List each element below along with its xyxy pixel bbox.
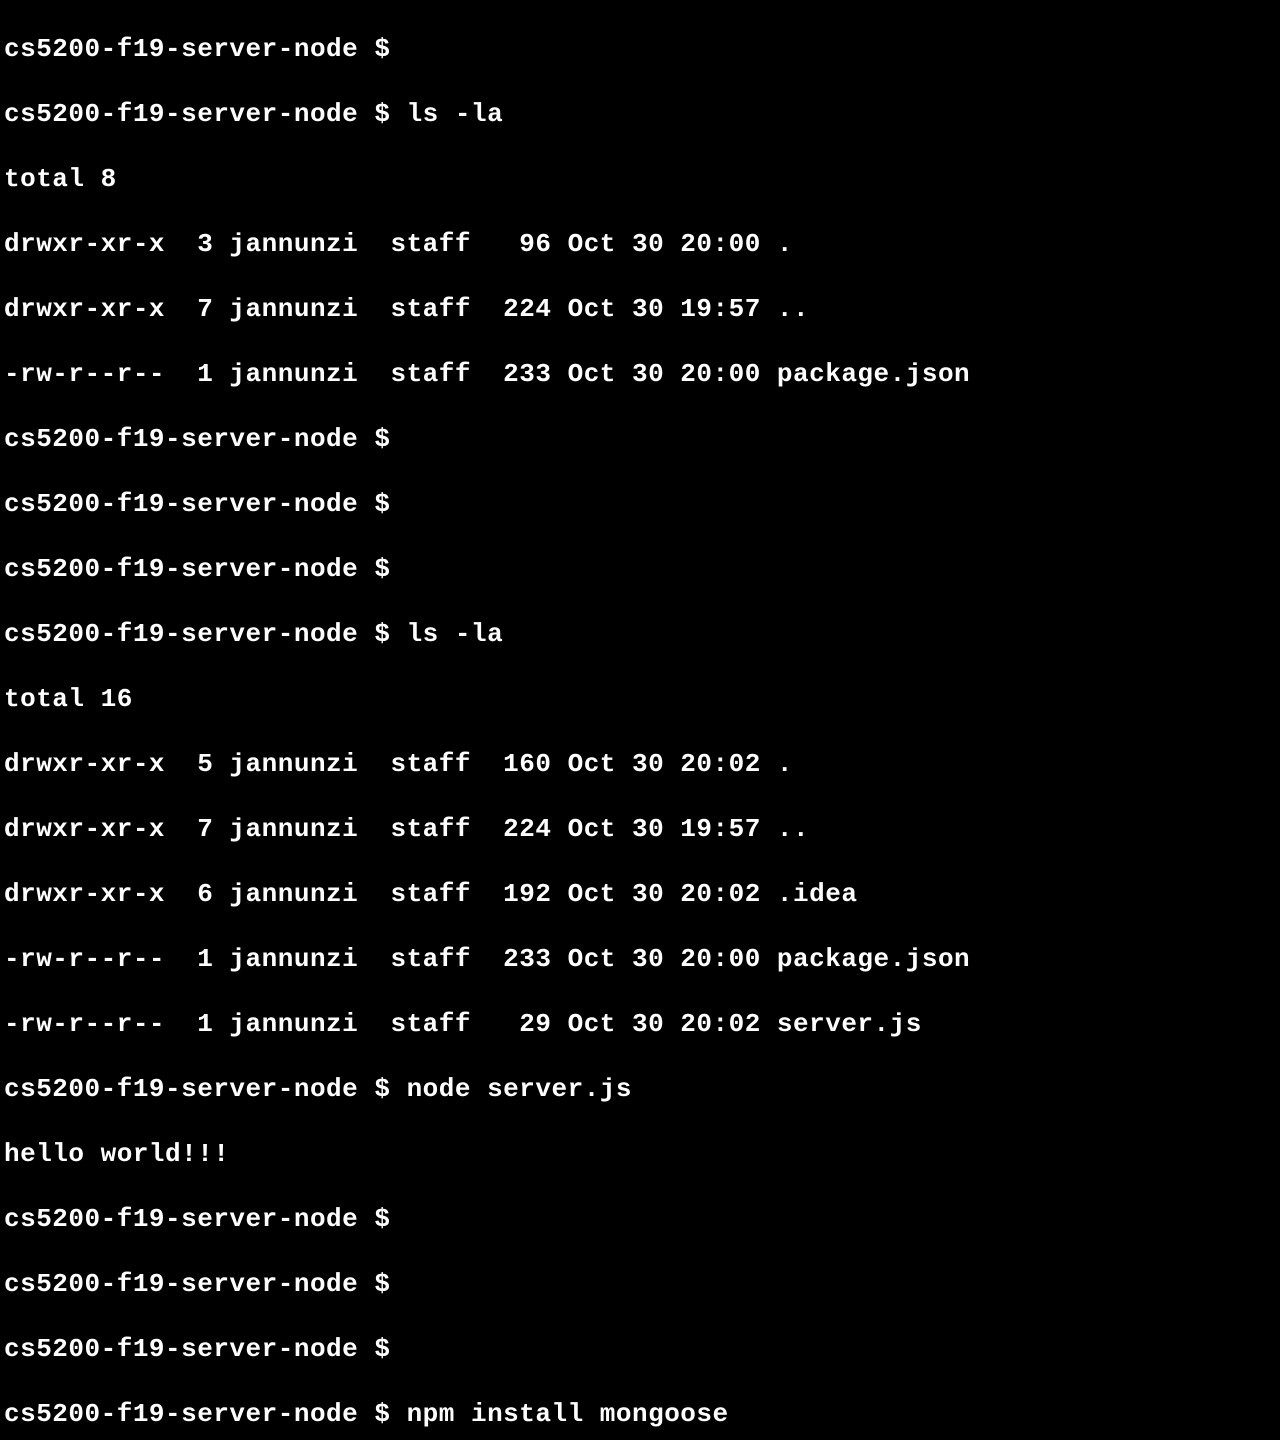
output-line: drwxr-xr-x 6 jannunzi staff 192 Oct 30 2…	[4, 878, 1276, 911]
prompt-line: cs5200-f19-server-node $	[4, 553, 1276, 586]
output-line: -rw-r--r-- 1 jannunzi staff 233 Oct 30 2…	[4, 943, 1276, 976]
terminal-output[interactable]: cs5200-f19-server-node $ cs5200-f19-serv…	[4, 0, 1276, 1440]
command-line: cs5200-f19-server-node $ node server.js	[4, 1073, 1276, 1106]
output-line: total 8	[4, 163, 1276, 196]
command-line: cs5200-f19-server-node $ ls -la	[4, 98, 1276, 131]
prompt-line: cs5200-f19-server-node $	[4, 1268, 1276, 1301]
output-line: -rw-r--r-- 1 jannunzi staff 233 Oct 30 2…	[4, 358, 1276, 391]
output-line: total 16	[4, 683, 1276, 716]
output-line: hello world!!!	[4, 1138, 1276, 1171]
prompt-line: cs5200-f19-server-node $	[4, 488, 1276, 521]
output-line: drwxr-xr-x 3 jannunzi staff 96 Oct 30 20…	[4, 228, 1276, 261]
prompt-line: cs5200-f19-server-node $	[4, 423, 1276, 456]
command-line: cs5200-f19-server-node $ ls -la	[4, 618, 1276, 651]
command-line: cs5200-f19-server-node $ npm install mon…	[4, 1398, 1276, 1431]
output-line: drwxr-xr-x 5 jannunzi staff 160 Oct 30 2…	[4, 748, 1276, 781]
output-line: drwxr-xr-x 7 jannunzi staff 224 Oct 30 1…	[4, 813, 1276, 846]
prompt-line: cs5200-f19-server-node $	[4, 33, 1276, 66]
output-line: drwxr-xr-x 7 jannunzi staff 224 Oct 30 1…	[4, 293, 1276, 326]
output-line: -rw-r--r-- 1 jannunzi staff 29 Oct 30 20…	[4, 1008, 1276, 1041]
prompt-line: cs5200-f19-server-node $	[4, 1333, 1276, 1366]
prompt-line: cs5200-f19-server-node $	[4, 1203, 1276, 1236]
